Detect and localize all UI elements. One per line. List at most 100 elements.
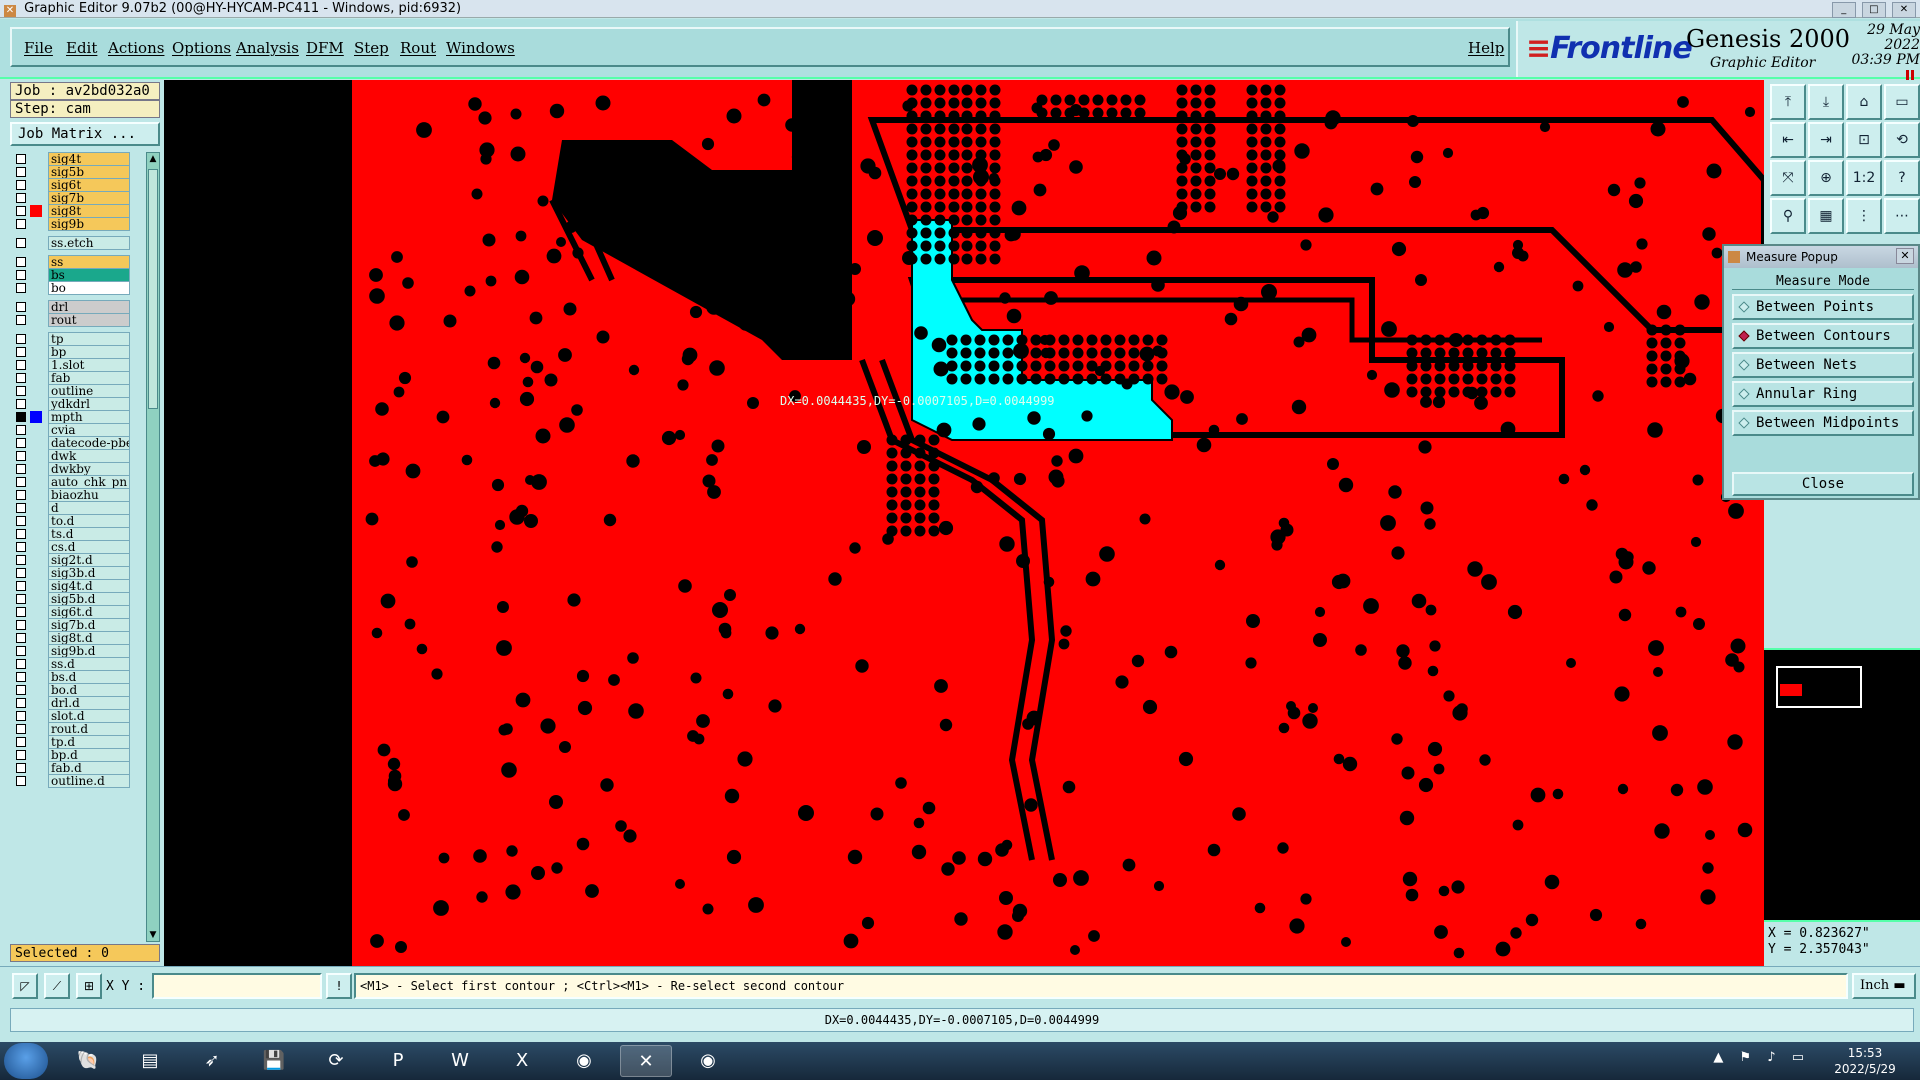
layer-checkbox[interactable] bbox=[16, 490, 26, 500]
layer-name[interactable]: sig6t bbox=[48, 178, 130, 192]
menu-step[interactable]: Step bbox=[354, 39, 389, 57]
layer-name[interactable]: slot.d bbox=[48, 709, 130, 723]
menu-help[interactable]: Help bbox=[1468, 39, 1504, 57]
layer-row[interactable]: 1.slot bbox=[10, 358, 134, 372]
layer-scrollbar[interactable]: ▲ ▼ bbox=[146, 152, 160, 942]
layer-name[interactable]: sig9b.d bbox=[48, 644, 130, 658]
layer-checkbox[interactable] bbox=[16, 270, 26, 280]
layer-name[interactable]: bp.d bbox=[48, 748, 130, 762]
help-icon[interactable]: ? bbox=[1884, 160, 1920, 196]
alert-icon[interactable]: ! bbox=[326, 973, 352, 999]
layer-name[interactable]: dwk bbox=[48, 449, 130, 463]
red-app-icon[interactable]: ⟳ bbox=[310, 1045, 362, 1077]
layer-row[interactable]: cs.d bbox=[10, 540, 134, 554]
measure-mode-option[interactable]: Between Points bbox=[1732, 294, 1914, 320]
layer-checkbox[interactable] bbox=[16, 763, 26, 773]
layer-checkbox[interactable] bbox=[16, 555, 26, 565]
layer-name[interactable]: sig7b.d bbox=[48, 618, 130, 632]
layer-name[interactable]: fab bbox=[48, 371, 130, 385]
filter-icon[interactable]: ⋯ bbox=[1884, 198, 1920, 234]
layer-row[interactable]: ydkdrl bbox=[10, 397, 134, 411]
layer-row[interactable]: slot.d bbox=[10, 709, 134, 723]
shell-app-icon[interactable]: 🐚 bbox=[62, 1045, 114, 1077]
fish-app-icon[interactable]: ◉ bbox=[558, 1045, 610, 1077]
layer-name[interactable]: to.d bbox=[48, 514, 130, 528]
minimize-button[interactable]: _ bbox=[1831, 2, 1856, 18]
layer-checkbox[interactable] bbox=[16, 347, 26, 357]
layer-checkbox[interactable] bbox=[16, 685, 26, 695]
layer-row[interactable]: sig7b bbox=[10, 191, 134, 205]
popup-close-icon[interactable]: ✕ bbox=[1896, 248, 1914, 264]
layer-checkbox[interactable] bbox=[16, 607, 26, 617]
layer-name[interactable]: mpth bbox=[48, 410, 130, 424]
layer-row[interactable]: sig9b bbox=[10, 217, 134, 231]
fish-app-2-icon[interactable]: ◉ bbox=[682, 1045, 734, 1077]
layer-checkbox[interactable] bbox=[16, 737, 26, 747]
layer-checkbox[interactable] bbox=[16, 568, 26, 578]
layer-name[interactable]: ss.d bbox=[48, 657, 130, 671]
layer-row[interactable]: outline.d bbox=[10, 774, 134, 788]
scroll-down-icon[interactable]: ▼ bbox=[148, 929, 158, 941]
layer-checkbox[interactable] bbox=[16, 219, 26, 229]
layer-checkbox[interactable] bbox=[16, 180, 26, 190]
xy-input[interactable] bbox=[152, 973, 322, 999]
layer-row[interactable]: sig5b bbox=[10, 165, 134, 179]
layer-name[interactable]: drl.d bbox=[48, 696, 130, 710]
layer-checkbox[interactable] bbox=[16, 193, 26, 203]
scroll-thumb[interactable] bbox=[148, 169, 158, 409]
start-button[interactable] bbox=[4, 1043, 48, 1079]
layer-row[interactable]: fab.d bbox=[10, 761, 134, 775]
layer-checkbox[interactable] bbox=[16, 412, 26, 422]
layer-row[interactable]: datecode-pbe bbox=[10, 436, 134, 450]
layer-name[interactable]: ydkdrl bbox=[48, 397, 130, 411]
layer-row[interactable]: sig4t.d bbox=[10, 579, 134, 593]
layer-name[interactable]: tp.d bbox=[48, 735, 130, 749]
pan-left-icon[interactable]: ⇤ bbox=[1770, 122, 1806, 158]
layer-row[interactable]: sig8t bbox=[10, 204, 134, 218]
layer-checkbox[interactable] bbox=[16, 154, 26, 164]
layer-name[interactable]: ss.etch bbox=[48, 236, 130, 250]
layer-row[interactable]: bo.d bbox=[10, 683, 134, 697]
layer-row[interactable]: sig5b.d bbox=[10, 592, 134, 606]
layer-checkbox[interactable] bbox=[16, 302, 26, 312]
layer-row[interactable]: ss.etch bbox=[10, 236, 134, 250]
layer-row[interactable]: ts.d bbox=[10, 527, 134, 541]
layer-name[interactable]: rout.d bbox=[48, 722, 130, 736]
layer-name[interactable]: cvia bbox=[48, 423, 130, 437]
layer-row[interactable]: outline bbox=[10, 384, 134, 398]
layer-row[interactable]: bo bbox=[10, 281, 134, 295]
layer-checkbox[interactable] bbox=[16, 633, 26, 643]
layer-name[interactable]: 1.slot bbox=[48, 358, 130, 372]
zoom-area-icon[interactable]: ⊡ bbox=[1846, 122, 1882, 158]
green-app-icon[interactable]: P bbox=[372, 1045, 424, 1077]
menu-edit[interactable]: Edit bbox=[66, 39, 97, 57]
units-selector[interactable]: Inch ▬ bbox=[1852, 973, 1916, 999]
pan-right-icon[interactable]: ⇥ bbox=[1808, 122, 1844, 158]
genesis-app-icon[interactable]: ✕ bbox=[620, 1045, 672, 1077]
fit-icon[interactable]: ⤧ bbox=[1770, 160, 1806, 196]
layer-checkbox[interactable] bbox=[16, 711, 26, 721]
system-tray[interactable]: ▲ ⚑ ♪ ▭ bbox=[1713, 1050, 1810, 1065]
layer-row[interactable]: fab bbox=[10, 371, 134, 385]
layer-name[interactable]: datecode-pbe bbox=[48, 436, 130, 450]
menu-actions[interactable]: Actions bbox=[108, 39, 164, 57]
menu-file[interactable]: File bbox=[24, 39, 53, 57]
zoom-home-icon[interactable]: ⤒ bbox=[1770, 84, 1806, 120]
grid-icon[interactable]: ▦ bbox=[1808, 198, 1844, 234]
menu-analysis[interactable]: Analysis bbox=[236, 39, 299, 57]
layer-row[interactable]: sig8t.d bbox=[10, 631, 134, 645]
layer-checkbox[interactable] bbox=[16, 581, 26, 591]
layer-row[interactable]: bp.d bbox=[10, 748, 134, 762]
layer-row[interactable]: bs bbox=[10, 268, 134, 282]
layer-name[interactable]: sig7b bbox=[48, 191, 130, 205]
layer-checkbox[interactable] bbox=[16, 646, 26, 656]
layer-row[interactable]: sig9b.d bbox=[10, 644, 134, 658]
layer-row[interactable]: tp bbox=[10, 332, 134, 346]
layer-name[interactable]: bo.d bbox=[48, 683, 130, 697]
taskbar-clock[interactable]: 15:53 2022/5/29 bbox=[1820, 1045, 1910, 1077]
layer-checkbox[interactable] bbox=[16, 257, 26, 267]
layer-name[interactable]: rout bbox=[48, 313, 130, 327]
scroll-up-icon[interactable]: ▲ bbox=[148, 153, 158, 165]
layer-row[interactable]: mpth bbox=[10, 410, 134, 424]
layer-row[interactable]: auto_chk_pn bbox=[10, 475, 134, 489]
